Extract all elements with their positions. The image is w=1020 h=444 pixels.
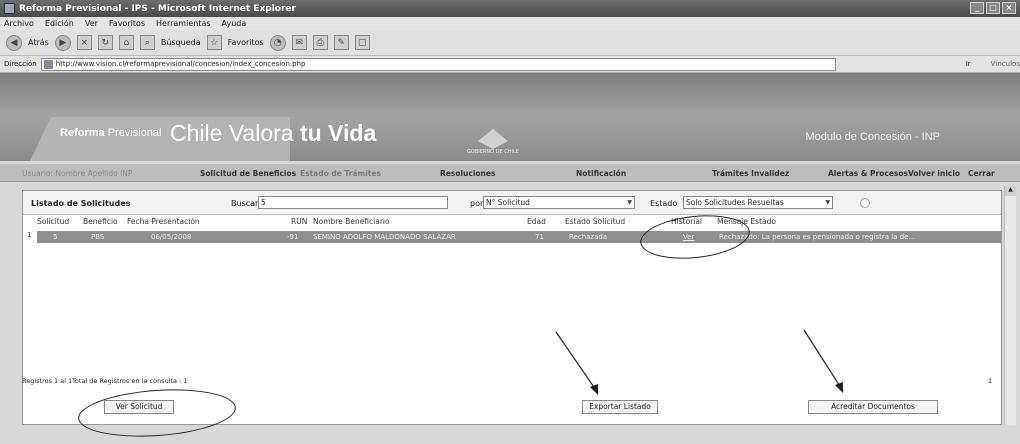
annotation-arrowhead-export (590, 384, 598, 395)
annotation-arrowhead-accredit (835, 382, 843, 393)
annotation-arrow-accredit (803, 329, 844, 392)
annotation-arrow-export (555, 331, 599, 394)
annotation-arrows (555, 329, 844, 395)
